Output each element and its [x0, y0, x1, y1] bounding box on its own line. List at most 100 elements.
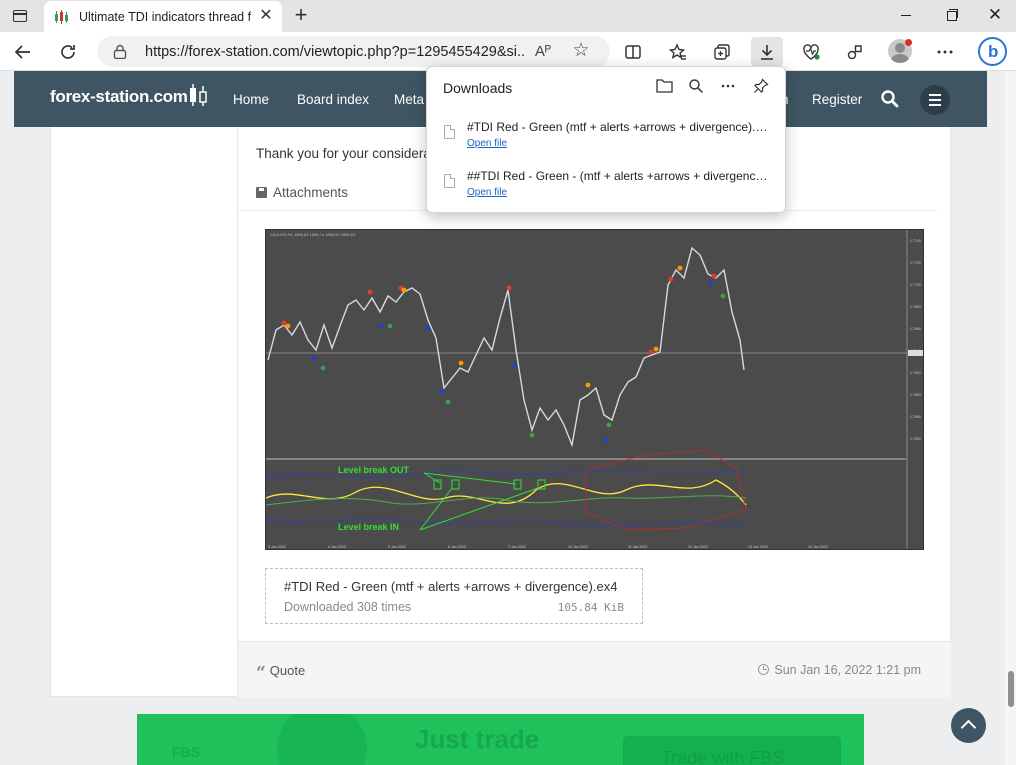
ad-cta-label: Trade with FBS — [661, 748, 785, 765]
window-close-button[interactable]: ✕ — [985, 5, 1005, 25]
favorite-star-icon[interactable]: ☆ — [570, 40, 592, 62]
nav-board-index[interactable]: Board index — [297, 92, 369, 107]
open-downloads-folder-icon[interactable] — [655, 78, 673, 96]
floppy-disk-icon — [256, 187, 267, 198]
browser-essentials-button[interactable] — [798, 39, 824, 65]
refresh-icon — [61, 45, 75, 59]
svg-text:XAUUSD,H1 1856.63 1856.74 1856: XAUUSD,H1 1856.63 1856.74 1856.59 1856.6… — [270, 232, 356, 237]
site-favicon-icon — [55, 10, 68, 24]
svg-text:3 Jan 2022: 3 Jan 2022 — [268, 545, 286, 549]
download-item[interactable]: #TDI Red - Green (mtf + alerts +arrows +… — [427, 117, 785, 163]
svg-text:1.7660: 1.7660 — [910, 327, 921, 331]
collections-button[interactable] — [709, 39, 735, 65]
svg-text:1.7700: 1.7700 — [910, 283, 921, 287]
attachment-file-name[interactable]: #TDI Red - Green (mtf + alerts +arrows +… — [284, 579, 617, 594]
svg-text:12 Jan 2022: 12 Jan 2022 — [688, 545, 708, 549]
address-bar[interactable]: https://forex-station.com/viewtopic.php?… — [97, 36, 610, 67]
profile-notification-dot — [905, 39, 912, 46]
more-dots-icon — [937, 50, 953, 54]
downloads-more-options-icon[interactable] — [719, 78, 737, 96]
attachment-download-count: Downloaded 308 times — [284, 600, 412, 614]
page-scrollbar[interactable] — [1005, 71, 1016, 765]
post-timestamp: Sun Jan 16, 2022 1:21 pm — [758, 663, 921, 677]
lock-icon[interactable] — [113, 44, 127, 59]
tab-close-icon[interactable]: ✕ — [257, 7, 275, 25]
download-file-name[interactable]: #TDI Red - Green (mtf + alerts +arrows +… — [467, 120, 773, 134]
open-file-link[interactable]: Open file — [467, 187, 507, 198]
post-date-text: Sun Jan 16, 2022 1:21 pm — [774, 663, 921, 677]
post-footer: “Quote Sun Jan 16, 2022 1:21 pm — [237, 641, 951, 697]
downloads-button[interactable] — [751, 37, 783, 67]
tab-actions-button[interactable] — [8, 6, 32, 26]
clock-icon — [758, 664, 770, 675]
ad-headline: Just trade — [415, 724, 540, 754]
back-arrow-icon — [14, 45, 30, 59]
download-icon — [761, 45, 773, 60]
read-aloud-icon[interactable]: Aᴾ — [532, 41, 554, 63]
window-minimize-button[interactable] — [896, 5, 916, 25]
attached-chart-image[interactable]: XAUUSD,H1 1856.63 1856.74 1856.59 1856.6… — [265, 229, 924, 550]
window-restore-button[interactable] — [941, 5, 961, 25]
attachment-file-box[interactable]: #TDI Red - Green (mtf + alerts +arrows +… — [265, 568, 643, 624]
site-logo[interactable]: forex-station.com — [50, 87, 188, 107]
attachments-heading: Attachments — [256, 185, 348, 200]
url-text[interactable]: https://forex-station.com/viewtopic.php?… — [145, 44, 525, 60]
open-file-link[interactable]: Open file — [467, 138, 507, 149]
fbs-advertisement-banner[interactable]: FBS Just trade Trade with FBS — [137, 714, 864, 765]
svg-text:10 Jan 2022: 10 Jan 2022 — [568, 545, 588, 549]
settings-more-button[interactable] — [932, 39, 958, 65]
svg-text:1.7680: 1.7680 — [910, 305, 921, 309]
chart-annotation-level-break-in: Level break IN — [338, 522, 399, 532]
svg-text:1.7620: 1.7620 — [910, 371, 921, 375]
quote-label: Quote — [269, 663, 306, 678]
favorites-button[interactable] — [665, 39, 691, 65]
chart-annotation-level-break-out: Level break OUT — [338, 465, 410, 475]
pin-downloads-icon[interactable] — [752, 78, 770, 96]
bing-copilot-icon[interactable]: b — [978, 37, 1007, 66]
download-file-name[interactable]: ##TDI Red - Green - (mtf + alerts +arrow… — [467, 169, 773, 183]
trading-chart-screenshot: XAUUSD,H1 1856.63 1856.74 1856.59 1856.6… — [266, 230, 923, 549]
svg-text:1.7580: 1.7580 — [910, 415, 921, 419]
collections-icon — [714, 44, 730, 60]
tab-strip: Ultimate TDI indicators thread fo ✕ + ✕ — [0, 0, 1016, 32]
scroll-to-top-button[interactable] — [951, 708, 986, 743]
favorites-icon — [668, 43, 686, 60]
svg-text:11 Jan 2022: 11 Jan 2022 — [628, 545, 648, 549]
nav-register[interactable]: Register — [812, 92, 862, 107]
svg-text:7 Jan 2022: 7 Jan 2022 — [508, 545, 526, 549]
svg-text:1.7720: 1.7720 — [910, 261, 921, 265]
candlestick-logo-icon — [190, 84, 207, 106]
downloads-panel: Downloads #TDI Red - Green (mtf + alerts… — [426, 66, 786, 213]
file-icon — [444, 125, 455, 139]
ad-person-image — [277, 714, 367, 765]
tab-actions-icon — [13, 10, 27, 22]
refresh-button[interactable] — [55, 39, 81, 65]
svg-text:5 Jan 2022: 5 Jan 2022 — [388, 545, 406, 549]
split-screen-icon — [625, 45, 641, 59]
search-icon[interactable] — [880, 89, 900, 109]
ad-brand-logo: FBS — [172, 744, 200, 760]
new-tab-button[interactable]: + — [290, 4, 312, 27]
hamburger-menu-button[interactable] — [920, 85, 950, 115]
ad-cta-button[interactable]: Trade with FBS — [623, 736, 841, 765]
nav-meta[interactable]: Meta — [394, 92, 424, 107]
svg-text:14 Jan 2022: 14 Jan 2022 — [808, 545, 828, 549]
quote-button[interactable]: “Quote — [256, 663, 305, 683]
file-icon — [444, 174, 455, 188]
svg-text:6 Jan 2022: 6 Jan 2022 — [448, 545, 466, 549]
extensions-button[interactable] — [842, 39, 868, 65]
back-button[interactable] — [10, 39, 36, 65]
tab-title: Ultimate TDI indicators thread fo — [79, 10, 251, 24]
svg-text:1.7560: 1.7560 — [910, 437, 921, 441]
svg-text:1.7600: 1.7600 — [910, 393, 921, 397]
split-screen-button[interactable] — [620, 39, 646, 65]
svg-text:1.7740: 1.7740 — [910, 239, 921, 243]
svg-text:13 Jan 2022: 13 Jan 2022 — [748, 545, 768, 549]
download-item[interactable]: ##TDI Red - Green - (mtf + alerts +arrow… — [427, 166, 785, 212]
browser-tab[interactable]: Ultimate TDI indicators thread fo ✕ — [44, 1, 282, 32]
attachment-file-size: 105.84 KiB — [557, 601, 624, 614]
scrollbar-thumb[interactable] — [1008, 671, 1014, 707]
nav-home[interactable]: Home — [233, 92, 269, 107]
post-text: Thank you for your considerat — [256, 146, 435, 161]
search-downloads-icon[interactable] — [687, 78, 705, 96]
